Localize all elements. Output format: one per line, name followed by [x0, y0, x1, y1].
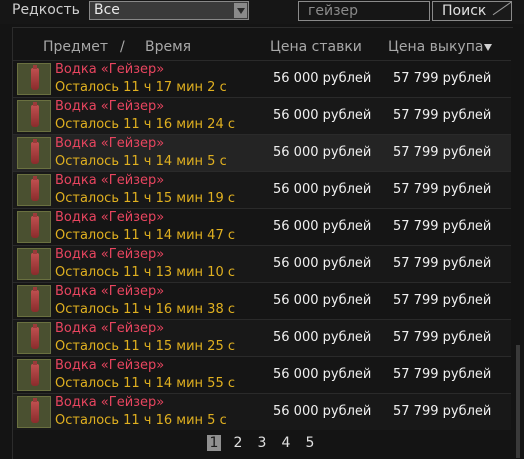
time-left: Осталось 11 ч 16 мин 38 с: [55, 302, 235, 317]
item-name: Водка «Гейзер»: [55, 99, 165, 114]
table-row[interactable]: Водка «Гейзер» Осталось 11 ч 17 мин 2 с …: [13, 60, 511, 97]
item-thumbnail: [17, 63, 51, 95]
header-time[interactable]: Время: [145, 39, 191, 55]
item-thumbnail: [17, 359, 51, 391]
item-thumbnail: [17, 322, 51, 354]
table-row[interactable]: Водка «Гейзер» Осталось 11 ч 15 мин 25 с…: [13, 319, 511, 356]
bottle-icon: [31, 250, 39, 275]
page-5-button[interactable]: 5: [303, 434, 317, 452]
item-thumbnail: [17, 211, 51, 243]
item-thumbnail: [17, 100, 51, 132]
rarity-selected-value: Все: [94, 2, 120, 18]
bottle-icon: [31, 398, 39, 423]
bid-price: 56 000 рублей: [273, 145, 372, 160]
time-left: Осталось 11 ч 13 мин 10 с: [55, 265, 235, 280]
bid-price: 56 000 рублей: [273, 293, 372, 308]
sort-desc-icon[interactable]: [484, 44, 492, 51]
item-thumbnail: [17, 174, 51, 206]
page-4-button[interactable]: 4: [279, 434, 293, 452]
bottle-icon: [31, 287, 39, 312]
buyout-price: 57 799 рублей: [393, 182, 492, 197]
table-row[interactable]: Водка «Гейзер» Осталось 11 ч 15 мин 19 с…: [13, 171, 511, 208]
bottle-icon: [31, 102, 39, 127]
chevron-down-icon[interactable]: [234, 3, 247, 18]
table-row[interactable]: Водка «Гейзер» Осталось 11 ч 14 мин 5 с …: [13, 134, 511, 171]
time-left: Осталось 11 ч 16 мин 24 с: [55, 117, 235, 132]
item-name: Водка «Гейзер»: [55, 395, 165, 410]
search-button[interactable]: Поиск: [432, 1, 512, 21]
header-item[interactable]: Предмет: [43, 39, 108, 55]
page-2-button[interactable]: 2: [231, 434, 245, 452]
item-name: Водка «Гейзер»: [55, 62, 165, 77]
scrollbar[interactable]: [516, 345, 520, 458]
auction-rows: Водка «Гейзер» Осталось 11 ч 17 мин 2 с …: [13, 60, 513, 430]
item-name: Водка «Гейзер»: [55, 247, 165, 262]
buyout-price: 57 799 рублей: [393, 219, 492, 234]
buyout-price: 57 799 рублей: [393, 404, 492, 419]
item-thumbnail: [17, 137, 51, 169]
header-buyout-price[interactable]: Цена выкупа: [388, 39, 483, 55]
buyout-price: 57 799 рублей: [393, 145, 492, 160]
item-thumbnail: [17, 396, 51, 428]
search-button-label: Поиск: [442, 3, 487, 19]
buyout-price: 57 799 рублей: [393, 330, 492, 345]
buyout-price: 57 799 рублей: [393, 108, 492, 123]
table-row[interactable]: Водка «Гейзер» Осталось 11 ч 14 мин 47 с…: [13, 208, 511, 245]
time-left: Осталось 11 ч 14 мин 55 с: [55, 376, 235, 391]
bottle-icon: [31, 65, 39, 90]
time-left: Осталось 11 ч 14 мин 5 с: [55, 154, 227, 169]
table-row[interactable]: Водка «Гейзер» Осталось 11 ч 14 мин 55 с…: [13, 356, 511, 393]
item-name: Водка «Гейзер»: [55, 284, 165, 299]
time-left: Осталось 11 ч 17 мин 2 с: [55, 80, 227, 95]
bid-price: 56 000 рублей: [273, 219, 372, 234]
bid-price: 56 000 рублей: [273, 404, 372, 419]
table-header: Предмет / Время Цена ставки Цена выкупа: [13, 28, 513, 56]
item-name: Водка «Гейзер»: [55, 173, 165, 188]
item-thumbnail: [17, 285, 51, 317]
auction-list-panel: Предмет / Время Цена ставки Цена выкупа …: [12, 27, 513, 459]
bid-price: 56 000 рублей: [273, 71, 372, 86]
table-row[interactable]: Водка «Гейзер» Осталось 11 ч 16 мин 24 с…: [13, 97, 511, 134]
item-name: Водка «Гейзер»: [55, 136, 165, 151]
bid-price: 56 000 рублей: [273, 108, 372, 123]
item-thumbnail: [17, 248, 51, 280]
page-3-button[interactable]: 3: [255, 434, 269, 452]
search-input[interactable]: гейзер: [298, 1, 430, 21]
item-name: Водка «Гейзер»: [55, 210, 165, 225]
corner-decoration: [492, 1, 512, 16]
table-row[interactable]: Водка «Гейзер» Осталось 11 ч 16 мин 5 с …: [13, 393, 511, 430]
buyout-price: 57 799 рублей: [393, 256, 492, 271]
bottle-icon: [31, 361, 39, 386]
time-left: Осталось 11 ч 15 мин 25 с: [55, 339, 235, 354]
bottle-icon: [31, 324, 39, 349]
time-left: Осталось 11 ч 15 мин 19 с: [55, 191, 235, 206]
rarity-label: Редкость: [12, 2, 80, 18]
time-left: Осталось 11 ч 14 мин 47 с: [55, 228, 235, 243]
search-placeholder: гейзер: [308, 3, 359, 19]
bottle-icon: [31, 139, 39, 164]
header-bid-price[interactable]: Цена ставки: [270, 39, 362, 55]
buyout-price: 57 799 рублей: [393, 71, 492, 86]
bid-price: 56 000 рублей: [273, 256, 372, 271]
bid-price: 56 000 рублей: [273, 182, 372, 197]
item-name: Водка «Гейзер»: [55, 358, 165, 373]
rarity-dropdown[interactable]: Все: [89, 1, 249, 20]
buyout-price: 57 799 рублей: [393, 367, 492, 382]
bid-price: 56 000 рублей: [273, 330, 372, 345]
bottle-icon: [31, 213, 39, 238]
bid-price: 56 000 рублей: [273, 367, 372, 382]
buyout-price: 57 799 рублей: [393, 293, 492, 308]
table-row[interactable]: Водка «Гейзер» Осталось 11 ч 13 мин 10 с…: [13, 245, 511, 282]
table-row[interactable]: Водка «Гейзер» Осталось 11 ч 16 мин 38 с…: [13, 282, 511, 319]
page-1-button[interactable]: 1: [207, 435, 221, 451]
header-separator: /: [120, 39, 125, 55]
filter-bar: Редкость Все гейзер Поиск: [0, 0, 524, 24]
item-name: Водка «Гейзер»: [55, 321, 165, 336]
bottle-icon: [31, 176, 39, 201]
time-left: Осталось 11 ч 16 мин 5 с: [55, 413, 227, 428]
